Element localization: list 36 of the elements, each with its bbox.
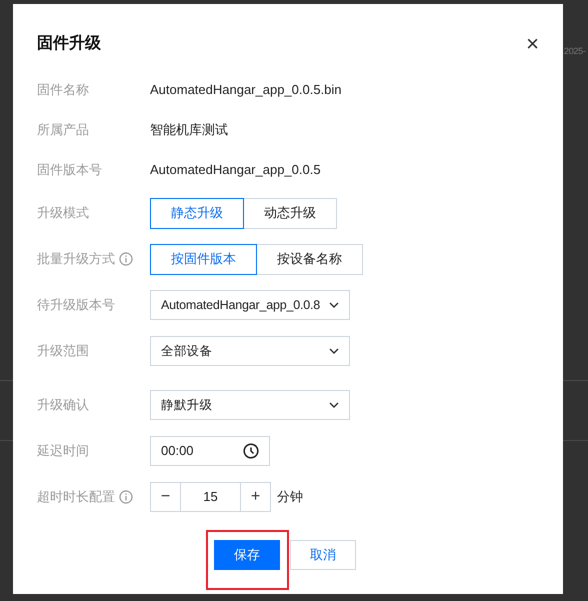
field-label: 升级确认 [37,396,89,414]
field-label: 所属产品 [37,121,89,140]
field-label: 超时时长配置 [37,488,115,506]
field-label: 固件名称 [37,81,89,100]
info-icon[interactable] [119,252,133,266]
field-label: 升级模式 [37,204,89,222]
chevron-down-icon [329,348,339,354]
date-text: 2025- [564,45,586,58]
field-label: 升级范围 [37,342,89,360]
clock-icon [243,443,259,459]
chevron-down-icon [329,402,339,408]
select-field[interactable]: 静默升级 [150,390,350,420]
increment-button[interactable]: + [240,482,271,512]
decrement-button[interactable]: − [150,482,181,512]
field-label: 待升级版本号 [37,296,115,314]
close-button[interactable]: × [526,33,539,55]
select-field[interactable]: 全部设备 [150,336,350,366]
info-icon[interactable] [119,490,133,504]
save-button[interactable]: 保存 [214,540,280,570]
segment-option[interactable]: 按固件版本 [150,244,257,274]
dialog-title: 固件升级 [37,33,101,54]
segment-option[interactable]: 静态升级 [150,198,244,228]
field-value: 智能机库测试 [150,121,228,140]
field-label: 批量升级方式 [37,250,115,268]
number-field[interactable]: 15 [181,482,240,512]
time-field[interactable]: 00:00 [150,436,270,466]
field-value: AutomatedHangar_app_0.0.5 [150,161,321,180]
segment-option[interactable]: 按设备名称 [256,244,363,274]
field-label: 固件版本号 [37,161,102,180]
field-value: AutomatedHangar_app_0.0.5.bin [150,81,342,100]
unit-label: 分钟 [277,488,303,506]
segment-option[interactable]: 动态升级 [243,198,337,228]
chevron-down-icon [329,302,339,308]
cancel-button[interactable]: 取消 [290,540,356,570]
field-label: 延迟时间 [37,442,89,460]
select-field[interactable]: AutomatedHangar_app_0.0.8 [150,290,350,320]
